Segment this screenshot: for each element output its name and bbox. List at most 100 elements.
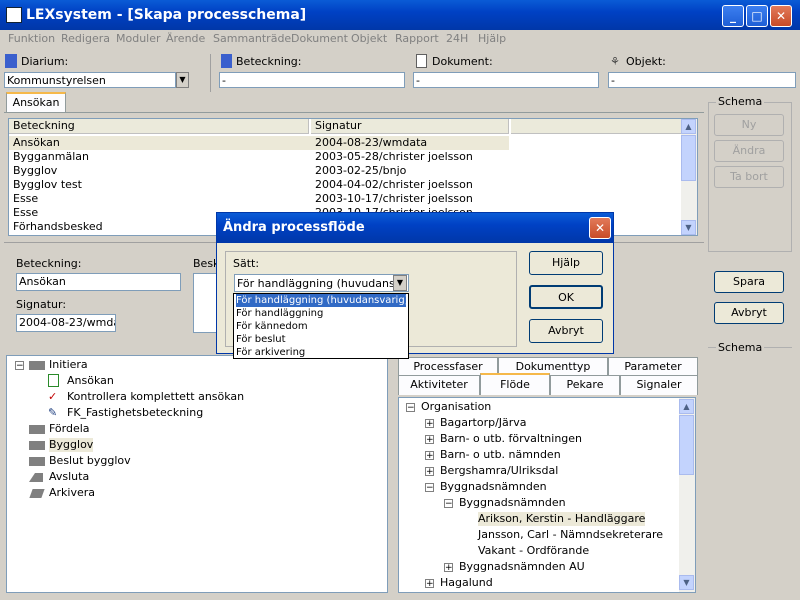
collapse-icon[interactable]: − — [406, 403, 415, 413]
menu-redigera[interactable]: Redigera — [61, 32, 110, 45]
minimize-button[interactable]: _ — [722, 5, 744, 27]
tab-signaler[interactable]: Signaler — [620, 375, 698, 395]
tree-item-org[interactable]: Barn- o utb. nämnden — [440, 448, 561, 462]
expand-icon[interactable]: + — [425, 451, 434, 461]
collapse-icon[interactable]: − — [444, 499, 453, 509]
separator — [210, 54, 211, 92]
diarium-select[interactable]: Kommunstyrelsen — [4, 72, 176, 88]
new-button[interactable]: Ny — [714, 114, 784, 136]
archive-icon — [29, 489, 45, 498]
tree-item-initiera[interactable]: Initiera — [49, 358, 88, 372]
menu-sammantrade[interactable]: Sammanträde — [213, 32, 291, 45]
menu-moduler[interactable]: Moduler — [116, 32, 161, 45]
tree-item-org[interactable]: Bagartorp/Järva — [440, 416, 527, 430]
tab-flode[interactable]: Flöde — [480, 373, 550, 395]
detail-signatur-field[interactable]: 2004-08-23/wmdat — [16, 314, 116, 332]
save-button[interactable]: Spara — [714, 271, 784, 293]
table-row[interactable]: Bygglov 2003-02-25/bnjo — [9, 164, 509, 178]
help-button[interactable]: Hjälp — [529, 251, 603, 275]
list-scrollbar[interactable]: ▲ ▼ — [681, 119, 697, 235]
tree-item-fk-fastighet[interactable]: FK_Fastighetsbeteckning — [67, 406, 203, 420]
tab-ansokan[interactable]: Ansökan — [6, 92, 66, 112]
table-row[interactable]: Esse 2003-10-17/christer joelsson — [9, 192, 509, 206]
menu-objekt[interactable]: Objekt — [351, 32, 387, 45]
objekt-icon: ⚘ — [610, 55, 620, 68]
tree-item-ansokan[interactable]: Ansökan — [67, 374, 114, 388]
scroll-down-icon[interactable]: ▼ — [681, 220, 696, 235]
window-title: LEXsystem - [Skapa processchema] — [26, 7, 307, 23]
dropdown-option[interactable]: För arkivering — [236, 346, 305, 359]
tree-item-organisation[interactable]: Organisation — [421, 400, 491, 414]
dropdown-option[interactable]: För kännedom — [236, 320, 308, 333]
scroll-down-icon[interactable]: ▼ — [679, 575, 694, 590]
folder-icon — [29, 441, 45, 450]
dropdown-option[interactable]: För handläggning (huvudansvarig) — [236, 294, 409, 307]
menu-funktion[interactable]: Funktion — [8, 32, 55, 45]
tree-item-avsluta[interactable]: Avsluta — [49, 470, 89, 484]
tree-item-bygglov[interactable]: Bygglov — [49, 438, 94, 452]
menu-hjalp[interactable]: Hjälp — [478, 32, 506, 45]
menu-24h[interactable]: 24H — [446, 32, 468, 45]
tree-item-org[interactable]: Byggnadsnämnden AU — [459, 560, 585, 574]
dialog-close-button[interactable]: ✕ — [589, 217, 611, 239]
expand-icon[interactable]: + — [425, 419, 434, 429]
dokument-field[interactable]: - — [413, 72, 599, 88]
menu-rapport[interactable]: Rapport — [395, 32, 439, 45]
tree-item-org[interactable]: Byggnadsnämnden — [459, 496, 566, 510]
close-button[interactable]: ✕ — [770, 5, 792, 27]
satt-dropdown-list: För handläggning (huvudansvarig) För han… — [233, 293, 409, 359]
objekt-field[interactable]: - — [608, 72, 796, 88]
checklist-icon: ✓ — [48, 390, 58, 403]
column-header-beteckning[interactable]: Beteckning — [9, 119, 309, 134]
tab-pekare[interactable]: Pekare — [550, 375, 620, 395]
cell-signatur: 2004-08-23/wmdata — [315, 136, 428, 149]
table-row[interactable]: Bygglov test 2004-04-02/christer joelsso… — [9, 178, 509, 192]
dropdown-option[interactable]: För handläggning — [236, 307, 323, 320]
scroll-thumb[interactable] — [679, 415, 694, 475]
tree-item-arkivera[interactable]: Arkivera — [49, 486, 95, 500]
expand-icon[interactable]: + — [425, 435, 434, 445]
tab-parameter[interactable]: Parameter — [608, 357, 698, 375]
scroll-up-icon[interactable]: ▲ — [681, 119, 696, 134]
beteckning-field[interactable]: - — [219, 72, 405, 88]
scroll-thumb[interactable] — [681, 135, 696, 181]
folder-icon — [29, 457, 45, 466]
tab-aktiviteter[interactable]: Aktiviteter — [398, 375, 480, 395]
maximize-button[interactable]: □ — [746, 5, 768, 27]
tree-item-person[interactable]: Vakant - Ordförande — [478, 544, 589, 558]
diarium-dropdown-icon[interactable]: ▼ — [176, 72, 189, 88]
scroll-up-icon[interactable]: ▲ — [679, 399, 694, 414]
tree-item-person[interactable]: Jansson, Carl - Nämndsekreterare — [478, 528, 663, 542]
expand-icon[interactable]: + — [425, 579, 434, 589]
delete-button[interactable]: Ta bort — [714, 166, 784, 188]
edit-button[interactable]: Ändra — [714, 140, 784, 162]
org-scrollbar[interactable]: ▲ ▼ — [679, 398, 695, 592]
tree-item-org[interactable]: Hagalund — [440, 576, 493, 590]
expand-icon[interactable]: + — [444, 563, 453, 573]
tree-item-kontrollera[interactable]: Kontrollera komplettett ansökan — [67, 390, 244, 404]
ok-button[interactable]: OK — [529, 285, 603, 309]
tree-item-org[interactable]: Barn- o utb. förvaltningen — [440, 432, 582, 446]
satt-select[interactable]: För handläggning (huvudansvar — [234, 274, 409, 292]
satt-dropdown-icon[interactable]: ▼ — [393, 275, 407, 291]
detail-beteckning-field[interactable]: Ansökan — [16, 273, 181, 291]
menu-arende[interactable]: Ärende — [166, 32, 205, 45]
dialog-cancel-button[interactable]: Avbryt — [529, 319, 603, 343]
menu-dokument[interactable]: Dokument — [291, 32, 348, 45]
tree-item-org[interactable]: Byggnadsnämnden — [440, 480, 547, 494]
tree-item-beslut-bygglov[interactable]: Beslut bygglov — [49, 454, 131, 468]
tree-item-org[interactable]: Bergshamra/Ulriksdal — [440, 464, 558, 478]
tree-item-fordela[interactable]: Fördela — [49, 422, 90, 436]
objekt-label: Objekt: — [626, 55, 666, 68]
column-header-empty — [511, 119, 681, 134]
collapse-icon[interactable]: − — [425, 483, 434, 493]
cancel-button[interactable]: Avbryt — [714, 302, 784, 324]
table-row[interactable]: Bygganmälan 2003-05-28/christer joelsson — [9, 150, 509, 164]
diarium-label: Diarium: — [21, 55, 69, 68]
expand-icon[interactable]: + — [425, 467, 434, 477]
dropdown-option[interactable]: För beslut — [236, 333, 286, 346]
column-header-signatur[interactable]: Signatur — [311, 119, 509, 134]
tree-item-person[interactable]: Arikson, Kerstin - Handläggare — [478, 512, 646, 526]
table-row[interactable]: Ansökan 2004-08-23/wmdata — [9, 136, 509, 150]
collapse-icon[interactable]: − — [15, 361, 24, 371]
